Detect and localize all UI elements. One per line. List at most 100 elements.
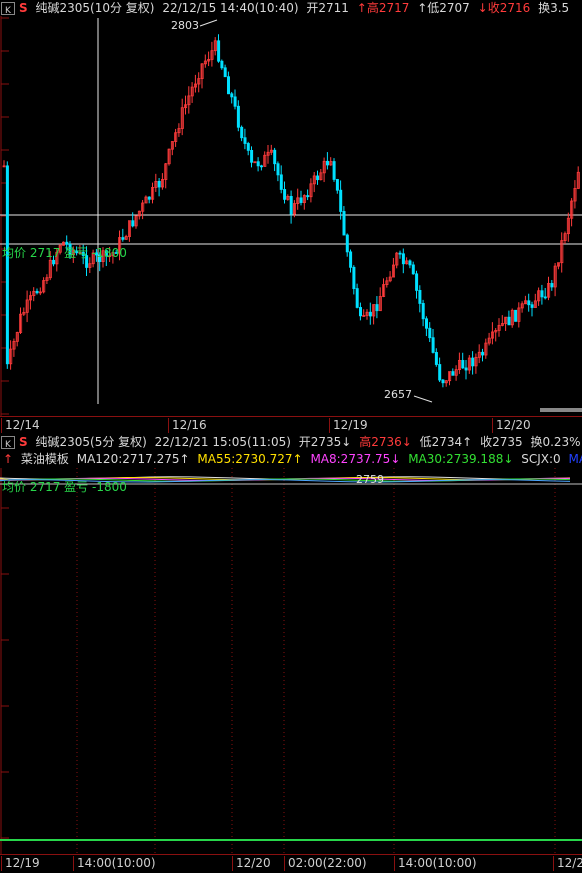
candle-body xyxy=(349,251,353,268)
arrow-up-icon: ↑ xyxy=(3,452,14,466)
symbol-label: 纯碱2305(10分 复权) xyxy=(35,1,155,15)
bottom-avg-label: 均价 2717 盈亏 -1800 xyxy=(2,480,127,494)
high-mark-pointer xyxy=(199,19,218,27)
bottom-mark: 2759 xyxy=(356,473,384,486)
open-value: 开2735↓ xyxy=(298,435,352,449)
high-value: ↑高2717 xyxy=(356,1,410,15)
date-tick: 12/19 xyxy=(1,856,40,871)
k-icon[interactable]: K xyxy=(1,2,15,16)
candle-body xyxy=(5,165,9,365)
top-date-axis: 12/14 12/16 12/19 12/20 xyxy=(0,416,582,434)
date-tick: 12/20 xyxy=(232,856,271,871)
bottom-quote-header: KS 纯碱2305(5分 复权) 22/12/21 15:05(11:05) 开… xyxy=(0,434,582,450)
datetime-label: 22/12/15 14:40(10:40) xyxy=(162,1,299,15)
candle-body xyxy=(438,364,442,381)
template-select[interactable]: 菜油模板 xyxy=(21,451,69,467)
candle-body xyxy=(147,196,151,200)
candle-body xyxy=(434,352,438,365)
candle-body xyxy=(250,149,254,163)
candle-body xyxy=(217,40,221,62)
candle-body xyxy=(527,300,531,306)
symbol-label: 纯碱2305(5分 复权) xyxy=(35,435,147,449)
candle-body xyxy=(273,149,277,165)
scjx-value: SCJX:0 xyxy=(521,452,561,466)
candle-body xyxy=(335,179,339,191)
close-value: ↓收2716 xyxy=(477,1,531,15)
top-quote-header: KS 纯碱2305(10分 复权) 22/12/15 14:40(10:40) … xyxy=(0,0,582,16)
candle-body xyxy=(398,252,402,255)
candle-body xyxy=(157,180,161,188)
candle-body xyxy=(276,163,280,176)
candle-body xyxy=(289,196,293,215)
ma8-value: MA8:2737.75↓ xyxy=(310,452,401,466)
candle-body xyxy=(220,60,224,69)
candle-body xyxy=(358,307,362,317)
date-tick: 02:00(22:00) xyxy=(284,856,367,871)
bottom-date-axis: 12/19 14:00(10:00) 12/20 02:00(22:00) 14… xyxy=(0,854,582,872)
s-icon[interactable]: S xyxy=(19,434,28,450)
ma120-value: MA120:2717.275↑ xyxy=(76,452,190,466)
candle-body xyxy=(243,137,247,144)
candle-body xyxy=(481,351,485,356)
candle-body xyxy=(375,304,379,312)
candle-body xyxy=(316,175,320,181)
candle-body xyxy=(279,174,283,190)
candle-body xyxy=(259,165,263,168)
low-value: 低2734↑ xyxy=(419,435,473,449)
date-tick: 14:00(10:00) xyxy=(73,856,156,871)
candle-body xyxy=(352,266,356,289)
candle-body xyxy=(240,126,244,139)
candle-body xyxy=(325,160,329,166)
date-tick: 12/16 xyxy=(168,418,207,433)
ma30-value: MA30:2739.188↓ xyxy=(408,452,514,466)
candle-body xyxy=(230,93,234,98)
candle-body xyxy=(408,260,412,266)
close-value: 收2735 xyxy=(480,435,523,449)
top-candlestick-chart[interactable] xyxy=(0,16,582,416)
candle-body xyxy=(421,303,425,320)
candle-body xyxy=(35,290,39,294)
bottom-candlestick-chart[interactable] xyxy=(0,468,582,854)
candle-body xyxy=(415,273,419,291)
indicator-bar: ↑ 菜油模板 MA120:2717.275↑ MA55:2730.727↑ MA… xyxy=(0,451,582,467)
candle-body xyxy=(233,96,237,107)
turnover-value: 换0.23% xyxy=(530,435,581,449)
candle-body xyxy=(471,357,475,367)
top-high-mark: 2803 xyxy=(171,19,199,32)
candle-body xyxy=(345,234,349,253)
low-mark-pointer xyxy=(413,395,433,403)
top-low-mark: 2657 xyxy=(384,388,412,401)
candle-body xyxy=(464,367,468,371)
candle-body xyxy=(550,283,554,288)
candle-body xyxy=(226,76,230,95)
candle-body xyxy=(355,288,359,308)
candle-body xyxy=(256,161,260,167)
candle-body xyxy=(411,264,415,275)
date-tick: 12/19 xyxy=(329,418,368,433)
date-tick: 12/2 xyxy=(553,856,582,871)
candle-body xyxy=(339,189,343,212)
candle-body xyxy=(299,197,303,203)
candle-body xyxy=(332,161,336,180)
candle-body xyxy=(530,304,534,308)
s-icon[interactable]: S xyxy=(19,0,28,16)
candle-body xyxy=(540,290,544,298)
candle-body xyxy=(283,189,287,200)
candle-body xyxy=(342,211,346,236)
open-value: 开2711 xyxy=(306,1,349,15)
candle-body xyxy=(223,67,227,78)
high-value: 高2736↓ xyxy=(359,435,412,449)
date-tick: 14:00(10:00) xyxy=(394,856,477,871)
candle-body xyxy=(368,311,372,317)
majc-value: MAJC:0 xyxy=(568,452,582,466)
turnover-value: 换3.5 xyxy=(538,1,570,15)
datetime-label: 22/12/21 15:05(11:05) xyxy=(154,435,291,449)
k-icon[interactable]: K xyxy=(1,436,15,450)
candle-body xyxy=(507,316,511,326)
candle-body xyxy=(441,379,445,384)
candle-body xyxy=(543,296,547,299)
candle-body xyxy=(418,290,422,304)
candle-body xyxy=(246,143,250,151)
candle-body xyxy=(424,318,428,329)
candle-body xyxy=(451,371,455,376)
